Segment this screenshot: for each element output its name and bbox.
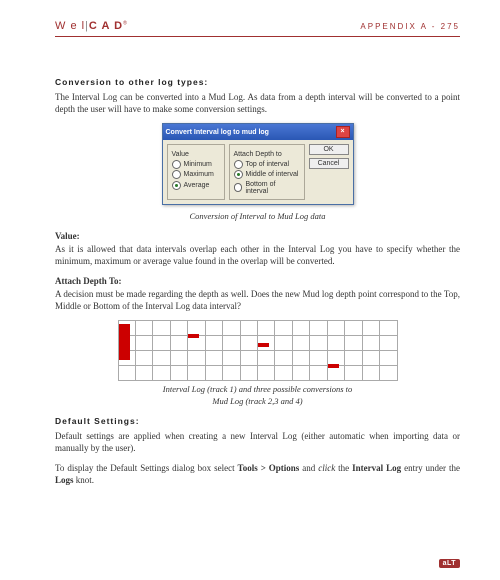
dialog-title: Convert Interval log to mud log [166, 129, 269, 136]
appendix-label: APPENDIX A - 275 [360, 22, 460, 31]
cancel-button[interactable]: Cancel [309, 158, 349, 169]
label-average: Average [184, 182, 210, 189]
section-value-body: As it is allowed that data intervals ove… [55, 243, 460, 267]
section-defaults-body-2: To display the Default Settings dialog b… [55, 462, 460, 486]
label-top: Top of interval [246, 161, 290, 168]
radio-average[interactable] [172, 181, 181, 190]
radio-maximum[interactable] [172, 170, 181, 179]
caption-tracks-1: Interval Log (track 1) and three possibl… [55, 384, 460, 394]
section-value-title: Value: [55, 231, 460, 241]
ok-button[interactable]: OK [309, 144, 349, 155]
section-depth-title: Attach Depth To: [55, 276, 460, 286]
label-bottom: Bottom of interval [245, 181, 299, 195]
section-conversion-title: Conversion to other log types: [55, 77, 460, 87]
section-defaults-title: Default Settings: [55, 416, 460, 426]
section-defaults-body-1: Default settings are applied when creati… [55, 430, 460, 454]
group-value-label: Value [172, 151, 189, 158]
label-minimum: Minimum [184, 161, 212, 168]
radio-top[interactable] [234, 160, 243, 169]
section-depth-body: A decision must be made regarding the de… [55, 288, 460, 312]
radio-minimum[interactable] [172, 160, 181, 169]
logo: W e l|C A D® [55, 20, 128, 32]
header-rule [55, 36, 460, 37]
section-conversion-body: The Interval Log can be converted into a… [55, 91, 460, 115]
caption-dialog: Conversion of Interval to Mud Log data [55, 211, 460, 221]
footer-logo: aLT [439, 559, 460, 568]
label-maximum: Maximum [184, 171, 214, 178]
track-chart [118, 320, 398, 381]
convert-dialog: Convert Interval log to mud log × Value … [162, 123, 354, 205]
caption-tracks-2: Mud Log (track 2,3 and 4) [55, 396, 460, 406]
close-icon[interactable]: × [336, 126, 350, 138]
logo-right: C A D [89, 20, 123, 32]
group-depth-label: Attach Depth to [234, 151, 282, 158]
radio-bottom[interactable] [234, 183, 243, 192]
dialog-titlebar: Convert Interval log to mud log × [163, 124, 353, 140]
radio-middle[interactable] [234, 170, 243, 179]
logo-left: W e l [55, 20, 85, 32]
label-middle: Middle of interval [246, 171, 299, 178]
